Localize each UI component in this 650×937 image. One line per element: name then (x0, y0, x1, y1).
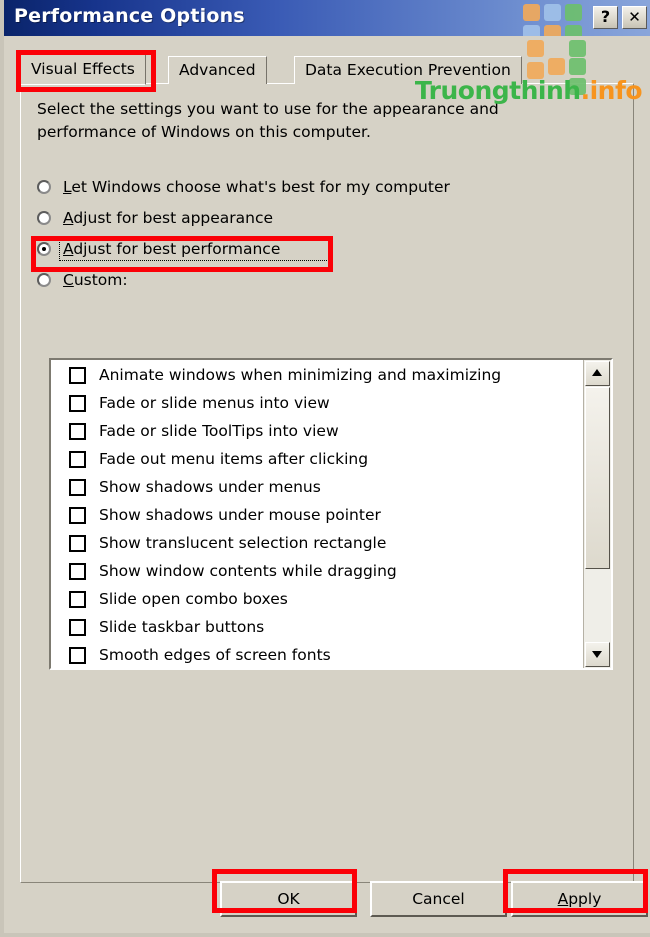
radio-adjust-best-appearance[interactable]: Adjust for best appearance (37, 205, 597, 236)
checkbox-icon[interactable] (69, 479, 86, 496)
list-item-label: Fade out menu items after clicking (99, 450, 369, 468)
list-item-label: Smooth edges of screen fonts (99, 646, 331, 664)
list-item[interactable]: Fade out menu items after clicking (51, 446, 579, 474)
tab-advanced[interactable]: Advanced (168, 56, 267, 84)
apply-button[interactable]: Apply (511, 881, 648, 917)
radio-button-icon[interactable] (37, 211, 51, 225)
checkbox-icon[interactable] (69, 451, 86, 468)
list-item-label: Show window contents while dragging (99, 562, 397, 580)
cancel-button-label: Cancel (412, 890, 465, 908)
radio-button-icon[interactable] (37, 273, 51, 287)
list-item[interactable]: Show translucent selection rectangle (51, 530, 579, 558)
checkbox-icon[interactable] (69, 423, 86, 440)
radio-label: Adjust for best appearance (63, 209, 274, 227)
dialog-client-area: Visual Effects Advanced Data Execution P… (8, 36, 650, 933)
dialog-button-bar: OK Cancel Apply (8, 871, 650, 923)
performance-options-dialog: Performance Options ? ✕ Visual Effects A… (0, 0, 650, 937)
radio-button-icon[interactable] (37, 242, 51, 256)
list-item[interactable]: Animate windows when minimizing and maxi… (51, 362, 579, 390)
list-item[interactable]: Show shadows under mouse pointer (51, 502, 579, 530)
decorative-square (569, 58, 586, 75)
list-item[interactable]: Slide taskbar buttons (51, 614, 579, 642)
tab-visual-effects[interactable]: Visual Effects (20, 54, 146, 85)
list-item-label: Slide open combo boxes (99, 590, 288, 608)
radio-button-icon[interactable] (37, 180, 51, 194)
list-item-label: Show shadows under menus (99, 478, 321, 496)
decorative-square (544, 4, 561, 21)
checkbox-icon[interactable] (69, 619, 86, 636)
decorative-square (565, 4, 582, 21)
checkbox-icon[interactable] (69, 591, 86, 608)
apply-button-label: pply (568, 890, 602, 908)
decorative-square (523, 4, 540, 21)
radio-label: Let Windows choose what's best for my co… (63, 178, 450, 196)
decorative-square (544, 25, 561, 36)
list-item[interactable]: Show window contents while dragging (51, 558, 579, 586)
list-scrollbar[interactable] (583, 360, 611, 668)
tab-advanced-label: Advanced (179, 61, 256, 79)
checkbox-icon[interactable] (69, 563, 86, 580)
tab-visual-effects-label: Visual Effects (31, 60, 135, 78)
scroll-up-icon[interactable] (585, 361, 610, 386)
decorative-square (569, 40, 586, 57)
scroll-down-icon[interactable] (585, 642, 610, 667)
radio-custom[interactable]: Custom: (37, 267, 597, 298)
radio-label: Custom: (63, 271, 128, 289)
list-item[interactable]: Slide open combo boxes (51, 586, 579, 614)
list-item-label: Animate windows when minimizing and maxi… (99, 366, 502, 384)
apply-button-accel: A (557, 890, 569, 908)
title-bar[interactable]: Performance Options ? ✕ (4, 0, 650, 36)
watermark-name: Truongthinh (414, 76, 581, 105)
watermark-dot: . (580, 76, 591, 105)
list-item-label: Fade or slide menus into view (99, 394, 330, 412)
list-item[interactable]: Show shadows under menus (51, 474, 579, 502)
radio-let-windows-choose[interactable]: Let Windows choose what's best for my co… (37, 174, 597, 205)
decorative-square (565, 25, 582, 36)
list-item-label: Slide taskbar buttons (99, 618, 265, 636)
ok-button-label: OK (277, 890, 300, 908)
visual-effects-list-items: Animate windows when minimizing and maxi… (51, 362, 579, 668)
checkbox-icon[interactable] (69, 395, 86, 412)
decorative-square (548, 58, 565, 75)
window-title: Performance Options (14, 5, 245, 27)
checkbox-icon[interactable] (69, 507, 86, 524)
radio-adjust-best-performance[interactable]: Adjust for best performance (37, 236, 597, 267)
visual-effects-list[interactable]: Animate windows when minimizing and maxi… (49, 358, 613, 670)
list-item-label: Show shadows under mouse pointer (99, 506, 381, 524)
close-icon[interactable]: ✕ (622, 6, 647, 29)
cancel-button[interactable]: Cancel (370, 881, 507, 917)
list-item[interactable]: Smooth edges of screen fonts (51, 642, 579, 668)
radio-label: Adjust for best performance (63, 240, 281, 258)
decorative-square (527, 40, 544, 57)
decorative-square (523, 25, 540, 36)
help-icon[interactable]: ? (593, 6, 618, 29)
checkbox-icon[interactable] (69, 647, 86, 664)
ok-button[interactable]: OK (220, 881, 357, 917)
watermark: Truongthinh.info (414, 76, 643, 105)
list-item[interactable]: Fade or slide ToolTips into view (51, 418, 579, 446)
list-item-label: Show translucent selection rectangle (99, 534, 387, 552)
scrollbar-thumb[interactable] (585, 387, 610, 569)
checkbox-icon[interactable] (69, 367, 86, 384)
list-item-label: Fade or slide ToolTips into view (99, 422, 339, 440)
watermark-tld: info (589, 76, 643, 105)
visual-effects-radio-group: Let Windows choose what's best for my co… (37, 174, 597, 298)
list-item[interactable]: Fade or slide menus into view (51, 390, 579, 418)
checkbox-icon[interactable] (69, 535, 86, 552)
